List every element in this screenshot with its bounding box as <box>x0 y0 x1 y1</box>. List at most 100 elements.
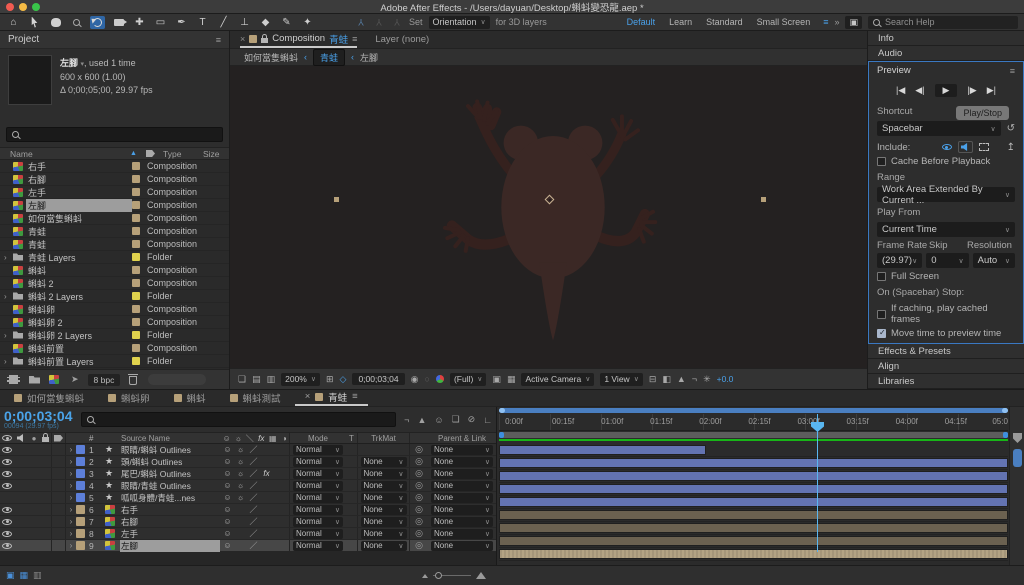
eye-toggle[interactable] <box>2 518 12 525</box>
selection-tool[interactable] <box>27 16 42 29</box>
timeline-navigator-scrollbar[interactable] <box>499 408 1008 413</box>
timeline-layer-row[interactable]: › 3 尾巴/蝌蚪 Outlines ☺☼／fx Normal∨ None∨ ◎… <box>0 468 496 480</box>
folder-chevron-icon[interactable]: › <box>4 292 13 301</box>
shy-toggle[interactable]: ☺ <box>222 481 233 490</box>
trkmat-dropdown[interactable]: None ∨ <box>360 468 407 479</box>
layer-color-swatch[interactable] <box>76 469 85 478</box>
item-name[interactable]: 蝌蚪卵 2 Layers <box>26 329 132 342</box>
item-name[interactable]: 青蛙 <box>26 225 132 238</box>
folder-chevron-icon[interactable]: › <box>4 357 13 366</box>
shy-switch-icon[interactable]: ☺ <box>222 434 232 443</box>
expand-layer-switches-icon[interactable]: ▣ <box>6 570 15 581</box>
zoom-tool[interactable] <box>69 16 84 29</box>
label-cell[interactable] <box>52 456 66 467</box>
parent-dropdown[interactable]: None ∨ <box>431 444 493 455</box>
vertical-scrollbar-thumb[interactable] <box>1013 449 1022 467</box>
layer-duration-bar[interactable] <box>499 484 1008 494</box>
lock-toggle[interactable] <box>40 528 52 539</box>
item-name[interactable]: 蝌蚪前置 Layers <box>26 355 132 368</box>
layer-name[interactable]: 眼睛/蝌蚪 Outlines <box>120 444 220 456</box>
info-panel-header[interactable]: Info <box>868 31 1024 46</box>
trkmat-dropdown[interactable]: None ∨ <box>360 540 407 551</box>
time-ruler[interactable]: 0:00f 00:15f 01:00f 01:15f 02:00f 02:15f 03:00… <box>499 414 1008 431</box>
parent-dropdown[interactable]: None ∨ <box>431 456 493 467</box>
zoom-slider-track[interactable] <box>432 572 471 579</box>
layer-color-swatch[interactable] <box>76 517 85 526</box>
parent-pickwhip-icon[interactable]: ◎ <box>410 516 428 527</box>
project-row[interactable]: 右腳 Composition <box>0 173 229 186</box>
layer-track[interactable] <box>499 510 1008 522</box>
move-time-checkbox[interactable] <box>877 328 886 338</box>
include-video-icon[interactable] <box>941 144 952 150</box>
item-name[interactable]: 青蛙 <box>26 238 132 251</box>
parent-pickwhip-icon[interactable]: ◎ <box>410 468 428 479</box>
parent-dropdown[interactable]: None ∨ <box>431 528 493 539</box>
layer-duration-bar[interactable] <box>499 497 1008 507</box>
quality-toggle[interactable]: ／ <box>248 504 259 515</box>
eye-toggle[interactable] <box>2 446 12 453</box>
timeline-layer-row[interactable]: › 7 右腳 ☺☼／ Normal∨ None∨ ◎ None∨ <box>0 516 496 528</box>
last-frame-button[interactable]: ▶| <box>987 85 996 96</box>
hand-tool[interactable] <box>48 16 63 29</box>
expand-chevron-icon[interactable]: › <box>66 529 76 538</box>
layer-name[interactable]: 眼睛/青蛙 Outlines <box>120 480 220 492</box>
composition-canvas[interactable] <box>230 66 867 368</box>
effects-switch-icon[interactable]: fx <box>257 434 267 443</box>
timeline-layer-row[interactable]: › 1 眼睛/蝌蚪 Outlines ☺☼／ Normal∨ ∨ ◎ None∨ <box>0 444 496 456</box>
trkmat-dropdown[interactable]: None ∨ <box>360 480 407 491</box>
layer-duration-bar[interactable] <box>499 536 1008 546</box>
label-column-icon[interactable] <box>54 434 63 442</box>
breadcrumb-item[interactable]: 青蛙 <box>313 48 346 66</box>
eraser-tool[interactable]: ◆ <box>258 16 273 29</box>
camera-tool[interactable] <box>111 16 127 29</box>
mini-flowchart-icon[interactable]: ¬ <box>692 374 697 384</box>
anchor-point-crosshair[interactable] <box>544 194 555 205</box>
timeline-layer-row[interactable]: › 9 左腳 ☺☼／ Normal∨ None∨ ◎ None∨ <box>0 539 496 552</box>
parent-dropdown[interactable]: None ∨ <box>431 492 493 503</box>
item-name[interactable]: 蝌蚪 <box>26 264 132 277</box>
label-cell[interactable] <box>52 444 66 455</box>
snapshot-icon[interactable]: ◉ <box>411 374 419 385</box>
eye-toggle[interactable] <box>2 542 12 549</box>
lock-toggle[interactable] <box>40 540 52 551</box>
fx-badge[interactable]: fx <box>261 469 272 478</box>
always-preview-icon[interactable]: ❏ <box>238 374 246 385</box>
layer-color-swatch[interactable] <box>76 457 85 466</box>
label-color-swatch[interactable] <box>132 253 140 261</box>
lock-toggle[interactable] <box>40 504 52 515</box>
layer-color-swatch[interactable] <box>76 493 85 502</box>
next-frame-button[interactable]: |▶ <box>967 85 976 96</box>
workspace-tab[interactable]: Small Screen <box>750 17 818 27</box>
layer-name[interactable]: 左手 <box>120 528 220 540</box>
lock-toggle[interactable] <box>40 492 52 503</box>
solo-column-icon[interactable]: ● <box>28 434 40 443</box>
label-cell[interactable] <box>52 540 66 551</box>
project-row[interactable]: 蝌蚪卵 Composition <box>0 303 229 316</box>
parent-pickwhip-icon[interactable]: ◎ <box>410 444 428 455</box>
project-row[interactable]: 蝌蚪卵 2 Composition <box>0 316 229 329</box>
shortcut-dropdown[interactable]: Spacebar ∨ <box>877 121 1001 136</box>
trkmat-dropdown[interactable]: None ∨ <box>360 516 407 527</box>
magnification-dropdown[interactable]: 200% ∨ <box>281 372 320 386</box>
delete-icon[interactable] <box>128 374 139 385</box>
layer-color-swatch[interactable] <box>76 505 85 514</box>
layer-duration-bar[interactable] <box>499 510 1008 520</box>
item-name[interactable]: 左腳 <box>26 198 132 212</box>
timeline-layer-row[interactable]: › 8 左手 ☺☼／ Normal∨ None∨ ◎ None∨ <box>0 528 496 540</box>
parent-pickwhip-icon[interactable]: ◎ <box>410 504 428 515</box>
roto-brush-tool[interactable]: ✎ <box>279 16 294 29</box>
expand-chevron-icon[interactable]: › <box>66 469 76 478</box>
project-row[interactable]: › 蝌蚪卵 2 Layers Folder <box>0 329 229 342</box>
label-cell[interactable] <box>52 516 66 527</box>
timeline-layer-row[interactable]: › 2 頭/蝌蚪 Outlines ☺☼／ Normal∨ None∨ ◎ No… <box>0 456 496 468</box>
home-tool[interactable]: ⌂ <box>6 16 21 29</box>
blend-mode-dropdown[interactable]: Normal ∨ <box>293 468 343 479</box>
parent-dropdown[interactable]: None ∨ <box>431 480 493 491</box>
audio-panel-header[interactable]: Audio <box>868 46 1024 61</box>
expand-chevron-icon[interactable]: › <box>66 505 76 514</box>
close-icon[interactable]: × <box>305 391 311 402</box>
workspace-tab[interactable]: Learn <box>662 17 699 27</box>
lock-toggle[interactable] <box>40 456 52 467</box>
frame-blending-icon[interactable]: ❏ <box>452 414 460 425</box>
panel-menu-icon[interactable]: ≡ <box>352 34 357 44</box>
